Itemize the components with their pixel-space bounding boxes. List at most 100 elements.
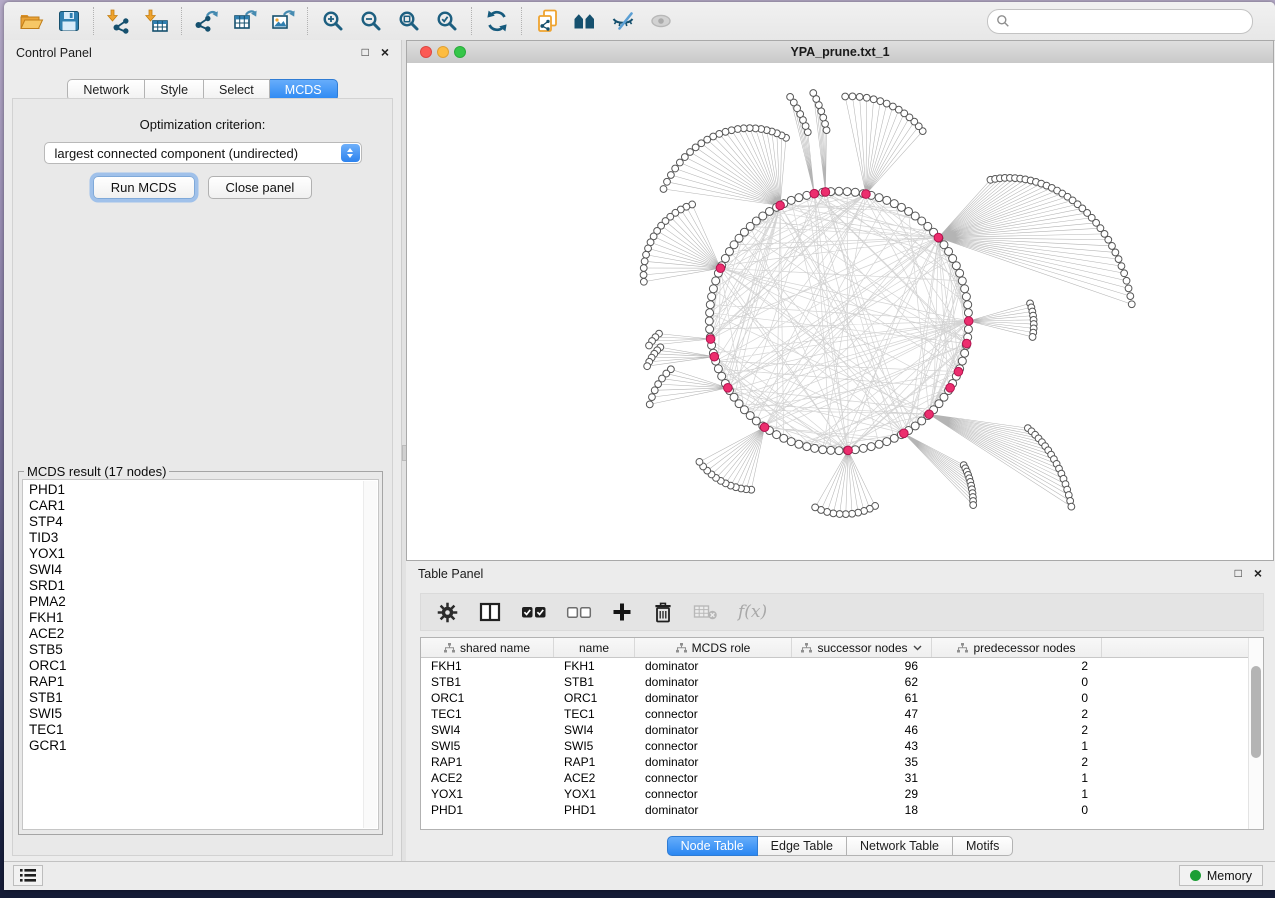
mcds-result-node[interactable]: YOX1 (29, 546, 362, 562)
mcds-result-node[interactable]: FKH1 (29, 610, 362, 626)
mcds-result-node[interactable]: STP4 (29, 514, 362, 530)
close-window-icon[interactable] (420, 46, 432, 58)
result-scrollbar-track[interactable] (363, 481, 377, 828)
close-panel-icon[interactable]: × (381, 46, 389, 58)
table-row[interactable]: STB1STB1dominator620 (421, 674, 1263, 690)
table-row[interactable]: PHD1PHD1dominator180 (421, 802, 1263, 818)
zoom-selected-button[interactable] (428, 5, 466, 37)
tab-node-table[interactable]: Node Table (667, 836, 758, 856)
new-network-from-selection-button[interactable] (528, 5, 566, 37)
table-scrollbar-track[interactable] (1248, 638, 1263, 829)
open-file-button[interactable] (12, 5, 50, 37)
minimize-window-icon[interactable] (437, 46, 449, 58)
criterion-select[interactable]: largest connected component (undirected) (44, 142, 362, 164)
tab-motifs[interactable]: Motifs (953, 836, 1013, 856)
select-all-button[interactable] (521, 602, 547, 622)
table-settings-button[interactable] (436, 601, 459, 624)
mcds-result-list[interactable]: PHD1CAR1STP4TID3YOX1SWI4SRD1PMA2FKH1ACE2… (29, 482, 362, 827)
table-row[interactable]: RAP1RAP1dominator352 (421, 754, 1263, 770)
cell-shared-name: STB1 (421, 674, 554, 690)
tab-network-table[interactable]: Network Table (847, 836, 953, 856)
search-icon (996, 14, 1010, 28)
table-row[interactable]: FKH1FKH1dominator962 (421, 658, 1263, 674)
zoom-in-button[interactable] (314, 5, 352, 37)
export-image-button[interactable] (264, 5, 302, 37)
mcds-result-node[interactable]: CAR1 (29, 498, 362, 514)
column-header-name[interactable]: name (554, 638, 635, 657)
table-row[interactable]: YOX1YOX1connector291 (421, 786, 1263, 802)
import-table-button[interactable] (138, 5, 176, 37)
close-table-panel-icon[interactable]: × (1254, 567, 1262, 579)
table-row[interactable]: TEC1TEC1connector472 (421, 706, 1263, 722)
memory-button[interactable]: Memory (1179, 865, 1263, 886)
column-tree-icon (801, 643, 812, 653)
export-table-button[interactable] (226, 5, 264, 37)
search-input[interactable] (1015, 11, 1252, 31)
column-header-shared-name[interactable]: shared name (421, 638, 554, 657)
column-header-successor-nodes[interactable]: successor nodes (792, 638, 932, 657)
memory-label: Memory (1207, 869, 1252, 883)
cell-MCDS-role: dominator (635, 754, 792, 770)
export-network-button[interactable] (188, 5, 226, 37)
mcds-result-node[interactable]: STB1 (29, 690, 362, 706)
zoom-fit-icon (396, 8, 422, 34)
show-columns-button[interactable] (478, 601, 502, 623)
column-tree-icon (676, 643, 687, 653)
table-row[interactable]: SWI5SWI5connector431 (421, 738, 1263, 754)
float-panel-icon[interactable]: □ (362, 46, 369, 58)
control-panel: Control Panel □ × NetworkStyleSelectMCDS… (4, 40, 401, 862)
mcds-result-node[interactable]: TID3 (29, 530, 362, 546)
deselect-all-button[interactable] (566, 602, 592, 622)
save-session-button[interactable] (50, 5, 88, 37)
zoom-fit-button[interactable] (390, 5, 428, 37)
column-header-predecessor-nodes[interactable]: predecessor nodes (932, 638, 1102, 657)
mcds-result-node[interactable]: RAP1 (29, 674, 362, 690)
first-neighbors-button[interactable] (566, 5, 604, 37)
toolbar-separator (521, 7, 523, 35)
mcds-result-node[interactable]: TEC1 (29, 722, 362, 738)
mcds-result-node[interactable]: SWI4 (29, 562, 362, 578)
mcds-result-node[interactable]: SRD1 (29, 578, 362, 594)
table-row[interactable]: ACE2ACE2connector311 (421, 770, 1263, 786)
columns-icon (478, 601, 502, 623)
maximize-window-icon[interactable] (454, 46, 466, 58)
show-all-button[interactable] (642, 5, 680, 37)
apply-layout-button[interactable] (478, 5, 516, 37)
network-canvas[interactable] (407, 63, 1273, 560)
show-panels-button[interactable] (13, 865, 43, 886)
import-network-button[interactable] (100, 5, 138, 37)
cell-name: TEC1 (554, 706, 635, 722)
table-toolbar: f(x) (420, 593, 1264, 631)
delete-table-button[interactable] (693, 602, 719, 622)
table-scrollbar-thumb[interactable] (1251, 666, 1261, 758)
cell-name: ORC1 (554, 690, 635, 706)
mcds-result-node[interactable]: GCR1 (29, 738, 362, 754)
search-box[interactable] (987, 9, 1253, 34)
zoom-out-button[interactable] (352, 5, 390, 37)
gear-icon (436, 601, 459, 624)
mcds-result-node[interactable]: PHD1 (29, 482, 362, 498)
cell-shared-name: SWI4 (421, 722, 554, 738)
network-graph (407, 63, 1273, 560)
run-mcds-button[interactable]: Run MCDS (93, 176, 195, 199)
close-panel-button[interactable]: Close panel (208, 176, 313, 199)
function-builder-button[interactable]: f(x) (738, 602, 767, 622)
delete-row-button[interactable] (652, 601, 674, 624)
node-table[interactable]: shared namenameMCDS rolesuccessor nodesp… (420, 637, 1264, 830)
table-row[interactable]: ORC1ORC1dominator610 (421, 690, 1263, 706)
mcds-panel: Optimization criterion: largest connecte… (12, 98, 393, 856)
float-table-panel-icon[interactable]: □ (1235, 567, 1242, 579)
table-row[interactable]: SWI4SWI4dominator462 (421, 722, 1263, 738)
cell-predecessor-nodes: 0 (932, 690, 1102, 706)
hide-selected-button[interactable] (604, 5, 642, 37)
add-row-button[interactable] (611, 601, 633, 623)
mcds-result-node[interactable]: ACE2 (29, 626, 362, 642)
network-titlebar[interactable]: YPA_prune.txt_1 (407, 41, 1273, 64)
cell-predecessor-nodes: 2 (932, 754, 1102, 770)
tab-edge-table[interactable]: Edge Table (758, 836, 847, 856)
column-header-MCDS-role[interactable]: MCDS role (635, 638, 792, 657)
mcds-result-node[interactable]: STB5 (29, 642, 362, 658)
mcds-result-node[interactable]: SWI5 (29, 706, 362, 722)
mcds-result-node[interactable]: ORC1 (29, 658, 362, 674)
mcds-result-node[interactable]: PMA2 (29, 594, 362, 610)
